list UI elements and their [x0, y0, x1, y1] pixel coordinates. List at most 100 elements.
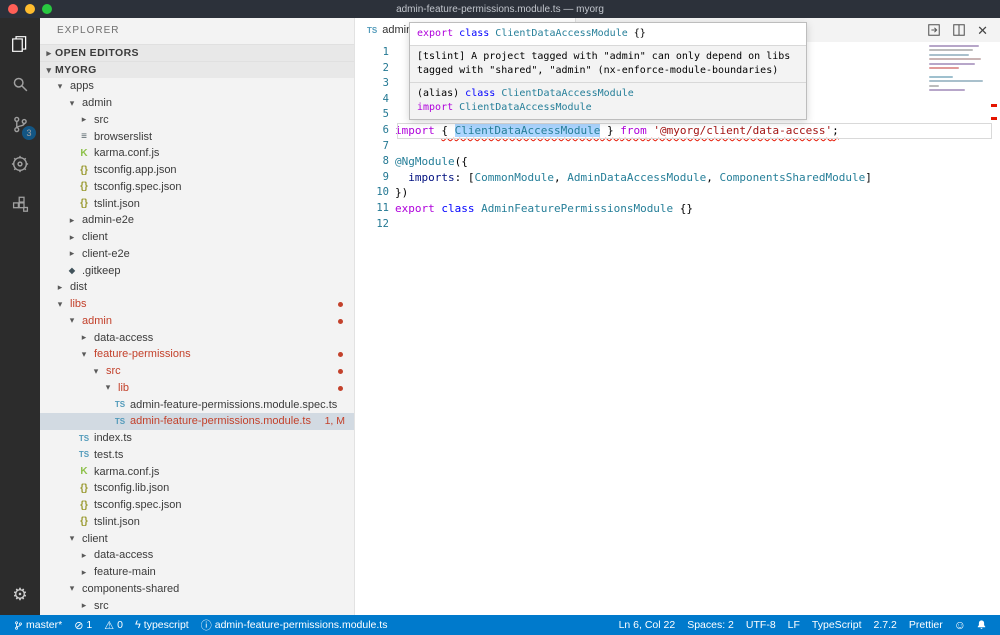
tree-item-data-access[interactable]: ▸data-access [40, 547, 354, 564]
open-changes-icon[interactable] [927, 23, 941, 37]
code-line-7[interactable]: 7 [355, 139, 1000, 155]
tree-item-label: components-shared [82, 583, 179, 595]
tree-item-.gitkeep[interactable]: ◆.gitkeep [40, 262, 354, 279]
chevron-right-icon: ▸ [66, 248, 78, 259]
tree-item-tslint.json[interactable]: {}tslint.json [40, 514, 354, 531]
settings-gear-icon[interactable]: ⚙ [12, 585, 27, 605]
tree-item-label: karma.conf.js [94, 147, 159, 159]
tree-item-admin[interactable]: ▾admin [40, 313, 354, 330]
hover-import-line: import ClientDataAccessModule [417, 101, 799, 115]
activity-extensions[interactable] [0, 184, 40, 224]
tree-item-label: test.ts [94, 449, 123, 461]
json-file-icon: {} [78, 483, 90, 494]
zoom-window-button[interactable] [42, 4, 52, 14]
code-text: imports: [CommonModule, AdminDataAccessM… [395, 170, 872, 186]
explorer-sidebar: EXPLORER ▸ OPEN EDITORS ▾ MYORG ▾apps▾ad… [40, 18, 355, 615]
json-file-icon: {} [78, 500, 90, 511]
status-spaces-2[interactable]: Spaces: 2 [681, 619, 740, 631]
modified-dot-icon [338, 386, 343, 391]
status-typescript[interactable]: TypeScript [806, 619, 868, 631]
close-window-button[interactable] [8, 4, 18, 14]
tree-item-tsconfig.lib.json[interactable]: {} tsconfig.lib.json [40, 480, 354, 497]
tree-item-dist[interactable]: ▸dist [40, 279, 354, 296]
tree-item-apps[interactable]: ▾apps [40, 78, 354, 95]
code-token: export [417, 28, 453, 39]
tree-item-tsconfig.spec.json[interactable]: {}tsconfig.spec.json [40, 179, 354, 196]
status-warning[interactable]: ⚠0 [98, 619, 129, 632]
status-2-7-2[interactable]: 2.7.2 [868, 619, 903, 631]
activity-bar: 3 ⚙ [0, 18, 40, 615]
tree-item-tslint.json[interactable]: {}tslint.json [40, 195, 354, 212]
tree-item-client[interactable]: ▸client [40, 229, 354, 246]
tree-item-label: admin-e2e [82, 214, 134, 226]
line-number: 5 [355, 107, 395, 123]
tree-item-client-e2e[interactable]: ▸client-e2e [40, 246, 354, 263]
line-number: 10 [355, 185, 395, 201]
code-line-12[interactable]: 12 [355, 217, 1000, 233]
tree-item-label: tsconfig.lib.json [94, 482, 169, 494]
code-line-8[interactable]: 8@NgModule({ [355, 154, 1000, 170]
tree-item-lib[interactable]: ▾lib [40, 380, 354, 397]
lightning-icon: ϟ [135, 619, 141, 631]
code-line-9[interactable]: 9 imports: [CommonModule, AdminDataAcces… [355, 170, 1000, 186]
tree-item-tsconfig.spec.json[interactable]: {}tsconfig.spec.json [40, 497, 354, 514]
tree-item-index.ts[interactable]: TSindex.ts [40, 430, 354, 447]
tree-item-karma.conf.js[interactable]: Kkarma.conf.js [40, 145, 354, 162]
tree-item-feature-permissions[interactable]: ▾feature-permissions [40, 346, 354, 363]
tree-item-admin-e2e[interactable]: ▸ admin-e2e [40, 212, 354, 229]
json-file-icon: {} [78, 181, 90, 192]
tree-item-feature-main[interactable]: ▸feature-main [40, 564, 354, 581]
hover-alias-line: (alias) class ClientDataAccessModule [417, 87, 799, 101]
tree-item-tsconfig.app.json[interactable]: {}tsconfig.app.json [40, 162, 354, 179]
minimize-window-button[interactable] [25, 4, 35, 14]
tree-item-libs[interactable]: ▾libs [40, 296, 354, 313]
tree-item-src[interactable]: ▸src [40, 112, 354, 129]
tree-item-test.ts[interactable]: TStest.ts [40, 447, 354, 464]
json-file-icon: {} [78, 198, 90, 209]
karma-file-icon: K [78, 466, 90, 477]
line-number: 9 [355, 170, 395, 186]
line-number: 7 [355, 139, 395, 155]
activity-plugin[interactable] [0, 144, 40, 184]
code-token: AdminDataAccessModule [567, 171, 706, 184]
feedback-smiley-icon[interactable]: ☺ [949, 618, 971, 632]
status-error[interactable]: ⊘1 [68, 619, 98, 632]
activity-search[interactable] [0, 64, 40, 104]
status-prettier[interactable]: Prettier [903, 619, 949, 631]
status-ln-6-col-22[interactable]: Ln 6, Col 22 [613, 619, 682, 631]
tree-item-data-access[interactable]: ▸data-access [40, 329, 354, 346]
sidebar-title: EXPLORER [40, 18, 354, 44]
activity-source-control[interactable]: 3 [0, 104, 40, 144]
tree-item-browserslist[interactable]: ≡browserslist [40, 128, 354, 145]
tree-item-src[interactable]: ▾src [40, 363, 354, 380]
code-line-6[interactable]: 6import { ClientDataAccessModule } from … [355, 123, 1000, 139]
tree-item-karma.conf.js[interactable]: Kkarma.conf.js [40, 463, 354, 480]
tree-item-admin[interactable]: ▾admin [40, 95, 354, 112]
status-lightning[interactable]: ϟtypescript [129, 619, 195, 631]
open-editors-header[interactable]: ▸ OPEN EDITORS [40, 44, 354, 61]
minimap[interactable] [929, 45, 987, 97]
tree-item-components-shared[interactable]: ▾components-shared [40, 581, 354, 598]
split-editor-icon[interactable] [952, 23, 966, 37]
ts-file-icon: TS [78, 434, 90, 443]
code-text: @NgModule({ [395, 154, 468, 170]
activity-explorer[interactable] [0, 24, 40, 64]
close-icon[interactable]: ✕ [977, 24, 988, 37]
code-line-11[interactable]: 11export class AdminFeaturePermissionsMo… [355, 201, 1000, 217]
code-line-10[interactable]: 10}) [355, 185, 1000, 201]
status-info[interactable]: ⓘadmin-feature-permissions.module.ts [195, 617, 394, 633]
chevron-right-icon: ▸ [66, 215, 78, 226]
tree-item-client[interactable]: ▾client [40, 530, 354, 547]
status-branch[interactable]: master* [8, 619, 68, 631]
workspace-header[interactable]: ▾ MYORG [40, 61, 354, 78]
tree-item-label: libs [70, 298, 87, 310]
status-lf[interactable]: LF [782, 619, 806, 631]
chevron-down-icon: ▾ [66, 315, 78, 326]
tree-item-admin-feature-permissions.module.spec.ts[interactable]: TSadmin-feature-permissions.module.spec.… [40, 396, 354, 413]
tree-item-admin-feature-permissions.module.ts[interactable]: TSadmin-feature-permissions.module.ts1, … [40, 413, 354, 430]
json-file-icon: {} [78, 516, 90, 527]
chevron-down-icon: ▾ [90, 366, 102, 377]
tree-item-src[interactable]: ▸src [40, 597, 354, 614]
notifications-bell-icon[interactable] [971, 619, 992, 631]
status-utf-8[interactable]: UTF-8 [740, 619, 782, 631]
